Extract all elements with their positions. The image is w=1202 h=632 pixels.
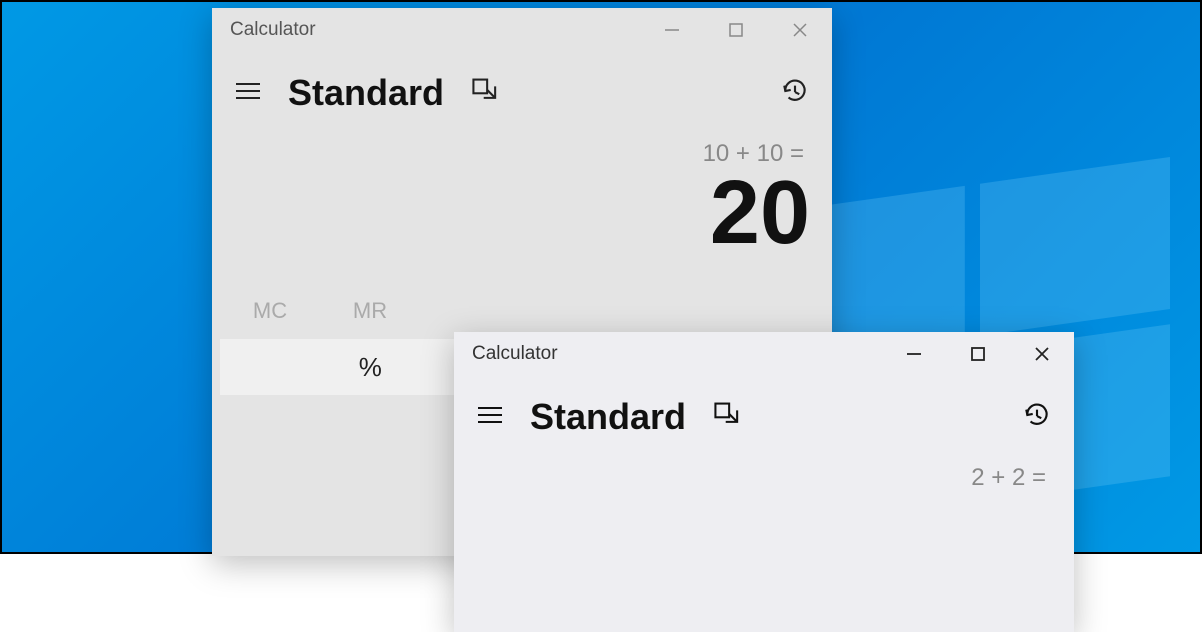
mode-label: Standard xyxy=(288,72,444,114)
keep-on-top-icon[interactable] xyxy=(712,399,744,436)
mode-label: Standard xyxy=(530,396,686,438)
calculator-window-front: Calculator Standard xyxy=(454,332,1074,632)
close-button[interactable] xyxy=(768,8,832,52)
history-icon[interactable] xyxy=(1022,400,1052,435)
memory-clear-button[interactable]: MC xyxy=(220,290,320,332)
window-title: Calculator xyxy=(230,19,640,41)
header-bar: Standard xyxy=(212,52,832,124)
memory-row: MC MR xyxy=(212,268,832,338)
window-title: Calculator xyxy=(472,343,882,365)
hamburger-menu-icon[interactable] xyxy=(476,405,504,430)
maximize-button[interactable] xyxy=(946,332,1010,376)
expression-display: 2 + 2 = xyxy=(454,448,1074,492)
header-bar: Standard xyxy=(454,376,1074,448)
result-display: 20 xyxy=(212,168,832,268)
window-controls xyxy=(640,8,832,52)
keep-on-top-icon[interactable] xyxy=(470,75,502,112)
memory-recall-button[interactable]: MR xyxy=(320,290,420,332)
close-button[interactable] xyxy=(1010,332,1074,376)
history-icon[interactable] xyxy=(780,76,810,111)
title-bar[interactable]: Calculator xyxy=(454,332,1074,376)
minimize-button[interactable] xyxy=(640,8,704,52)
window-controls xyxy=(882,332,1074,376)
desktop-background: Calculator Standard xyxy=(2,2,1200,552)
hamburger-menu-icon[interactable] xyxy=(234,81,262,106)
minimize-button[interactable] xyxy=(882,332,946,376)
title-bar[interactable]: Calculator xyxy=(212,8,832,52)
maximize-button[interactable] xyxy=(704,8,768,52)
expression-display: 10 + 10 = xyxy=(212,124,832,168)
